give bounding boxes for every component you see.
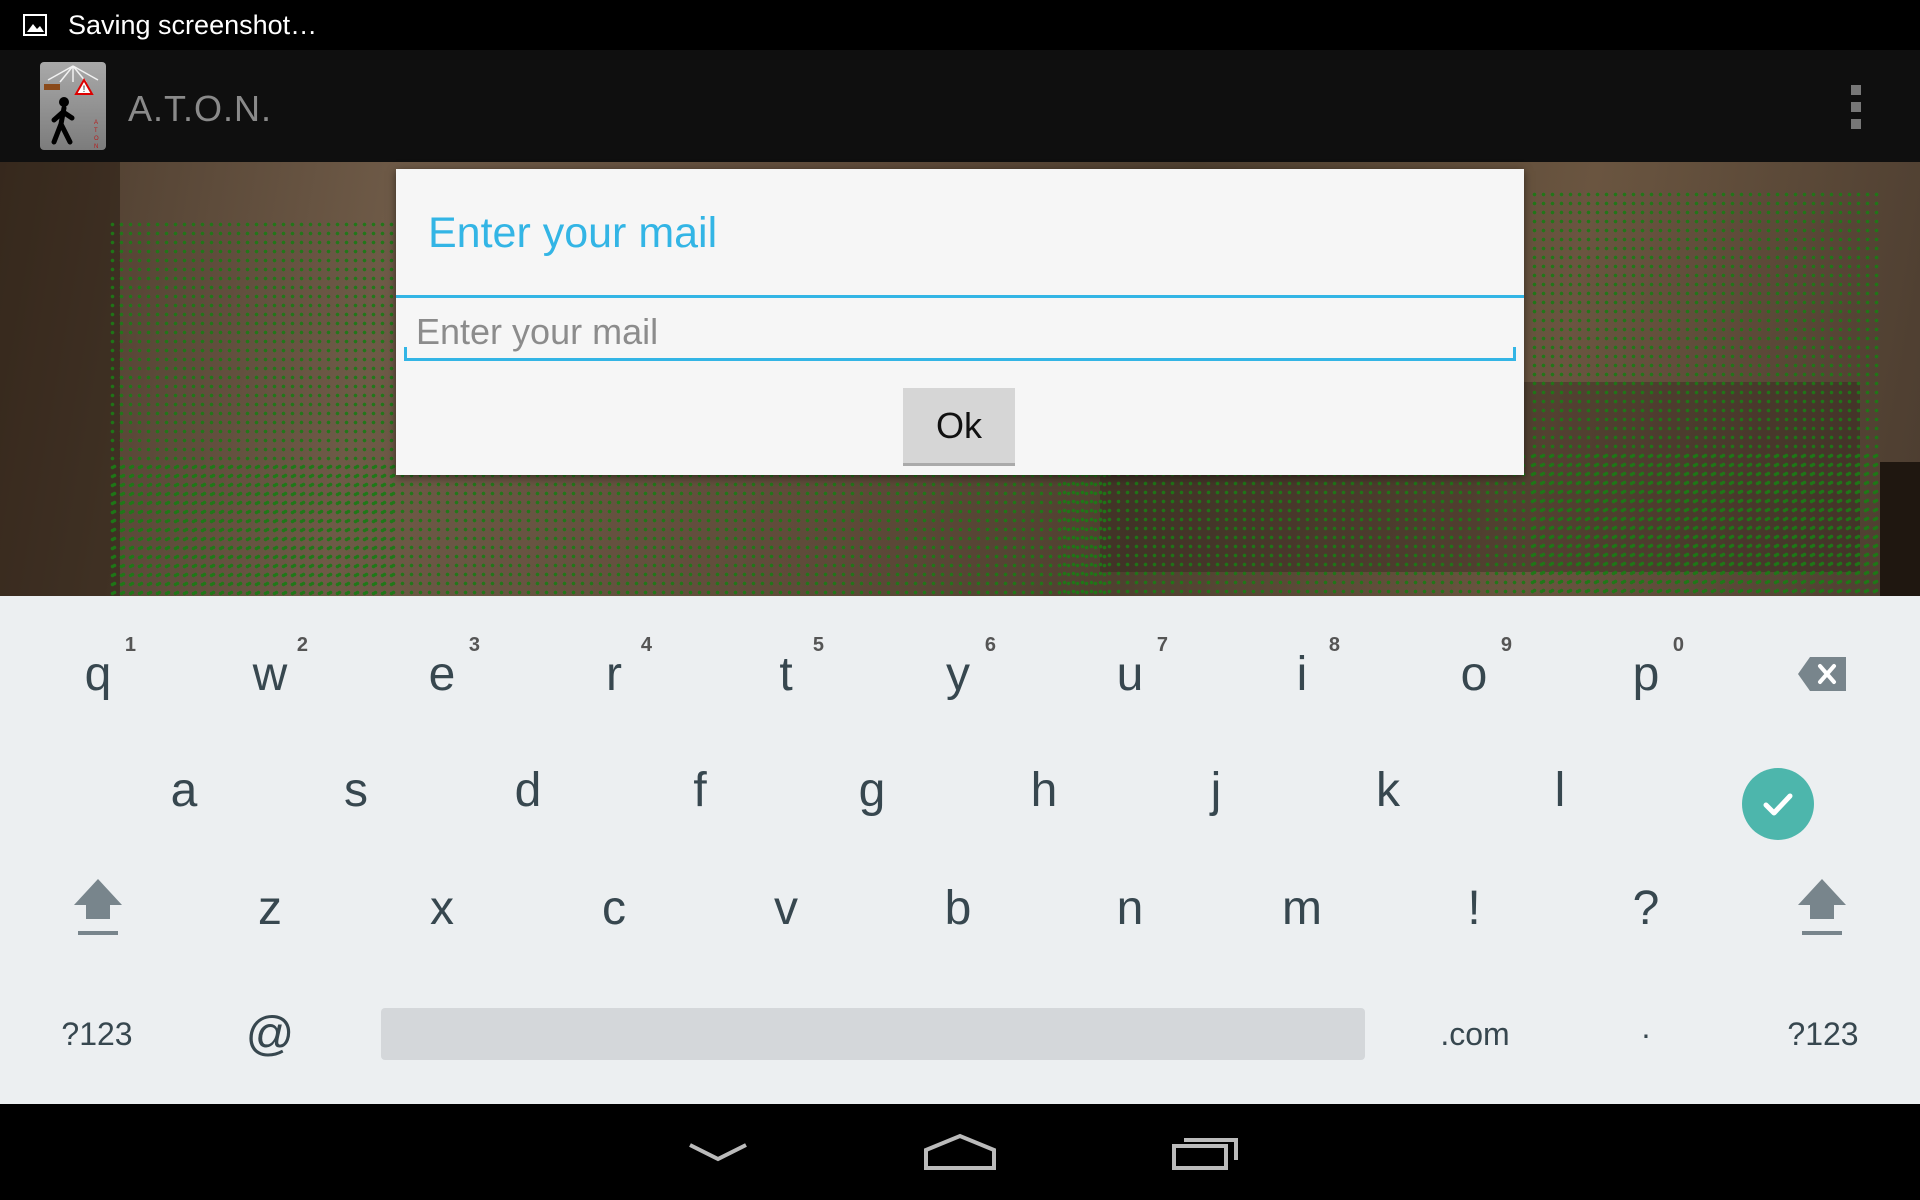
key-q[interactable]: q1 [48,632,148,716]
shift-key-left[interactable] [48,866,148,950]
overflow-menu-icon[interactable] [1848,85,1864,129]
key-a[interactable]: a [134,748,234,832]
pedestrian-warning-icon: ! ATON [40,62,106,150]
key-m[interactable]: m [1252,866,1352,950]
symbols-key-right[interactable]: ?123 [1760,992,1886,1076]
key-at[interactable]: @ [220,992,320,1076]
recents-icon [1172,1138,1238,1170]
action-bar: ! ATON A.T.O.N. [0,50,1920,162]
key-x[interactable]: x [392,866,492,950]
shift-icon [1798,879,1846,935]
svg-text:N: N [94,144,98,150]
key-h[interactable]: h [994,748,1094,832]
key-c[interactable]: c [564,866,664,950]
soft-keyboard: q1 w2 e3 r4 t5 y6 u7 i8 o9 p0 a s d f g … [0,596,1920,1104]
key-o[interactable]: o9 [1424,632,1524,716]
home-icon [924,1133,996,1170]
key-t[interactable]: t5 [736,632,836,716]
app-title: A.T.O.N. [128,88,273,129]
key-period[interactable]: · [1596,992,1696,1076]
dialog-divider [396,295,1524,298]
key-d[interactable]: d [478,748,578,832]
email-input[interactable] [404,305,1516,361]
backspace-icon [1798,657,1846,691]
recents-button[interactable] [1156,1126,1256,1178]
key-p[interactable]: p0 [1596,632,1696,716]
key-n[interactable]: n [1080,866,1180,950]
key-g[interactable]: g [822,748,922,832]
dialog-title: Enter your mail [428,209,718,257]
key-s[interactable]: s [306,748,406,832]
home-button[interactable] [910,1126,1010,1178]
image-icon [23,14,47,36]
key-u[interactable]: u7 [1080,632,1180,716]
svg-text:O: O [94,136,99,142]
shift-key-right[interactable] [1772,866,1872,950]
feature-points-center [110,462,1110,596]
navigation-bar [0,1104,1920,1200]
key-r[interactable]: r4 [564,632,664,716]
key-k[interactable]: k [1338,748,1438,832]
key-dotcom[interactable]: .com [1410,992,1540,1076]
key-e[interactable]: e3 [392,632,492,716]
key-l[interactable]: l [1510,748,1610,832]
status-bar: Saving screenshot… [0,0,1920,50]
key-v[interactable]: v [736,866,836,950]
back-button[interactable] [668,1126,768,1178]
email-dialog: Enter your mail Ok [396,169,1524,475]
status-text: Saving screenshot… [68,9,318,40]
key-exclamation[interactable]: ! [1424,866,1524,950]
ok-button[interactable]: Ok [903,388,1015,466]
key-w[interactable]: w2 [220,632,320,716]
key-f[interactable]: f [650,748,750,832]
backspace-key[interactable] [1772,636,1872,712]
svg-text:A: A [94,120,98,126]
key-i[interactable]: i8 [1252,632,1352,716]
key-y[interactable]: y6 [908,632,1008,716]
key-z[interactable]: z [220,866,320,950]
checkmark-icon [1763,793,1793,816]
back-icon [689,1143,747,1162]
svg-text:!: ! [83,84,86,94]
enter-key[interactable] [1742,768,1814,840]
key-j[interactable]: j [1166,748,1266,832]
spacebar[interactable] [381,1008,1365,1060]
shift-icon [74,879,122,935]
symbols-key-left[interactable]: ?123 [34,992,160,1076]
key-question[interactable]: ? [1596,866,1696,950]
svg-text:T: T [94,128,98,134]
key-b[interactable]: b [908,866,1008,950]
